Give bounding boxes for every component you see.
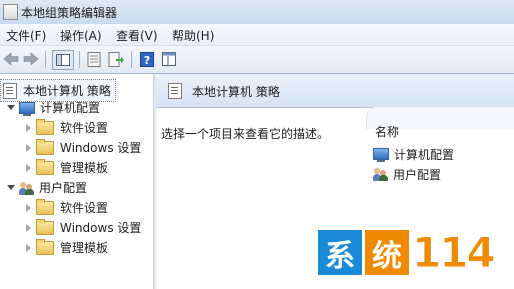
- site-watermark-logo: 系 统 114: [318, 228, 497, 277]
- folder-icon: [36, 198, 54, 215]
- watermark-char-1: 系: [318, 230, 362, 275]
- svg-text:?: ?: [144, 54, 150, 67]
- expand-triangle-icon[interactable]: [7, 185, 15, 190]
- list-item-computer-config[interactable]: 计算机配置: [373, 145, 454, 163]
- title-bar: 本地组策略编辑器: [0, 0, 514, 24]
- description-text: 选择一个项目来查看它的描述。: [161, 127, 330, 141]
- list-item-label: 用户配置: [393, 167, 442, 182]
- details-header: 本地计算机 策略: [156, 74, 514, 108]
- properties-icon: [87, 51, 101, 67]
- help-button[interactable]: ?: [138, 50, 156, 68]
- watermark-number: 114: [412, 228, 497, 277]
- folder-icon: [36, 238, 54, 255]
- tree-item-label: 管理模板: [60, 161, 109, 175]
- users-icon: [19, 181, 34, 195]
- console-tree: 本地计算机 策略 计算机配置 软件设置 Windows 设置 管理模板 用户配置…: [0, 74, 153, 289]
- watermark-char-2: 统: [365, 230, 409, 275]
- expand-triangle-icon[interactable]: [7, 105, 15, 110]
- menu-bar: 文件(F) 操作(A) 查看(V) 帮助(H): [0, 24, 514, 46]
- collapse-triangle-icon[interactable]: [26, 243, 31, 252]
- tree-item-user-windows-settings[interactable]: Windows 设置: [24, 218, 141, 237]
- menu-file[interactable]: 文件(F): [6, 27, 46, 44]
- properties-button[interactable]: [85, 50, 103, 68]
- list-item-label: 计算机配置: [394, 147, 455, 162]
- menu-view[interactable]: 查看(V): [116, 27, 158, 44]
- collapse-triangle-icon[interactable]: [26, 123, 31, 132]
- collapse-triangle-icon[interactable]: [26, 203, 31, 212]
- tree-item-label: 管理模板: [60, 241, 109, 255]
- tree-item-label: Windows 设置: [60, 141, 142, 155]
- tree-item-user-admin-templates[interactable]: 管理模板: [24, 238, 108, 257]
- toolbar: ?: [0, 46, 514, 74]
- tree-item-user-config[interactable]: 用户配置: [7, 178, 87, 197]
- toolbar-separator: [79, 51, 80, 68]
- app-icon: [3, 4, 18, 20]
- toolbar-separator: [45, 51, 46, 68]
- tree-item-label: Windows 设置: [60, 221, 142, 235]
- forward-button[interactable]: [22, 50, 40, 68]
- tree-item-label: 软件设置: [60, 121, 109, 135]
- show-hide-console-tree-button[interactable]: [52, 50, 74, 70]
- computer-icon: [373, 148, 389, 162]
- view-pane-icon: [162, 52, 176, 66]
- tree-item-label: 用户配置: [39, 181, 88, 195]
- collapse-triangle-icon[interactable]: [26, 223, 31, 232]
- folder-icon: [36, 138, 54, 155]
- tree-item-computer-config[interactable]: 计算机配置: [7, 98, 100, 117]
- window-title: 本地组策略编辑器: [21, 6, 118, 20]
- tree-item-admin-templates[interactable]: 管理模板: [24, 158, 108, 177]
- policy-document-icon: [168, 83, 182, 99]
- tree-item-label: 软件设置: [60, 201, 109, 215]
- column-header-label: 名称: [375, 125, 400, 139]
- menu-action[interactable]: 操作(A): [60, 27, 102, 44]
- console-tree-icon: [56, 54, 70, 66]
- folder-icon: [36, 158, 54, 175]
- back-button[interactable]: [2, 50, 20, 68]
- toolbar-separator: [131, 51, 132, 68]
- details-title: 本地计算机 策略: [192, 85, 280, 99]
- folder-icon: [36, 218, 54, 235]
- policy-document-icon: [3, 82, 17, 99]
- forward-arrow-icon: [23, 52, 39, 66]
- view-button[interactable]: [160, 50, 178, 68]
- export-list-button[interactable]: [107, 50, 125, 68]
- computer-icon: [19, 101, 35, 116]
- tree-item-label: 计算机配置: [40, 101, 101, 115]
- back-arrow-icon: [3, 52, 19, 66]
- tree-item-windows-settings[interactable]: Windows 设置: [24, 138, 141, 157]
- users-icon: [373, 167, 388, 181]
- export-list-icon: [108, 51, 124, 67]
- menu-help[interactable]: 帮助(H): [172, 27, 214, 44]
- tree-item-software-settings[interactable]: 软件设置: [24, 118, 108, 137]
- collapse-triangle-icon[interactable]: [26, 163, 31, 172]
- tree-root-label: 本地计算机 策略: [23, 84, 111, 98]
- column-header-name[interactable]: 名称: [366, 107, 514, 139]
- collapse-triangle-icon[interactable]: [26, 143, 31, 152]
- help-icon: ?: [140, 51, 154, 67]
- list-item-user-config[interactable]: 用户配置: [373, 165, 441, 183]
- folder-icon: [36, 118, 54, 135]
- tree-item-user-software-settings[interactable]: 软件设置: [24, 198, 108, 217]
